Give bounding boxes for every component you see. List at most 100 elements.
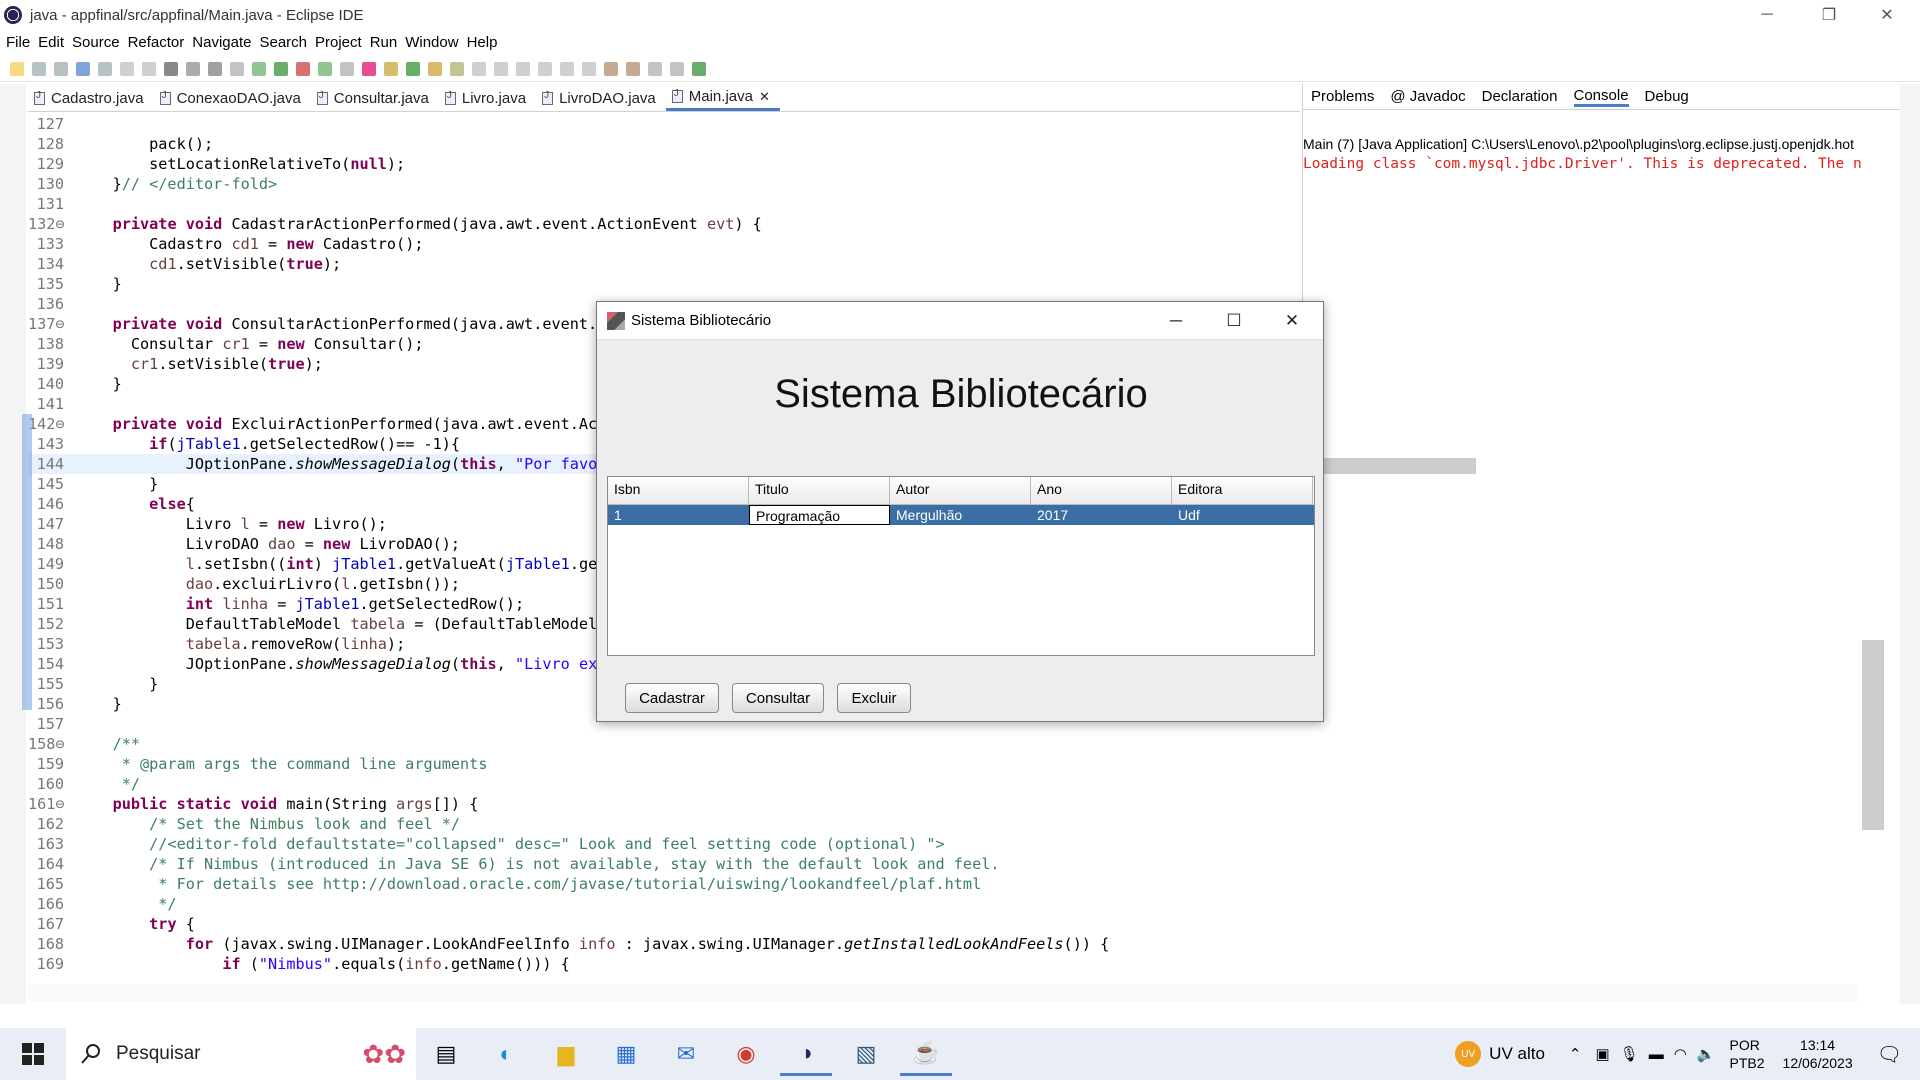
tab-problems[interactable]: Problems [1311, 88, 1374, 105]
toolbar-icon[interactable] [340, 61, 354, 76]
toolbar-icon[interactable] [516, 61, 530, 76]
toolbar-icon[interactable] [582, 61, 596, 76]
menu-file[interactable]: File [6, 34, 30, 51]
toolbar-icon[interactable] [10, 61, 24, 76]
tab-declaration[interactable]: Declaration [1482, 88, 1558, 105]
tab-consultar[interactable]: Consultar.java [311, 85, 439, 111]
task-view-icon[interactable]: ▤ [420, 1032, 472, 1076]
weather-text[interactable]: UV alto [1489, 1044, 1545, 1064]
code-line[interactable]: 130 }// </editor-fold> [28, 174, 1300, 194]
toolbar-icon[interactable] [428, 61, 442, 76]
close-tab-icon[interactable]: ✕ [759, 89, 770, 105]
code-line[interactable]: 159 * @param args the command line argum… [28, 754, 1300, 774]
code-line[interactable]: 132⊖ private void CadastrarActionPerform… [28, 214, 1300, 234]
toolbar-icon[interactable] [472, 61, 486, 76]
code-line[interactable]: 161⊖ public static void main(String args… [28, 794, 1300, 814]
toolbar-icon[interactable] [186, 61, 200, 76]
toolbar-icon[interactable] [318, 61, 332, 76]
tab-console[interactable]: Console [1573, 87, 1629, 107]
books-table[interactable]: Isbn Titulo Autor Ano Editora 1 Programa… [607, 476, 1315, 656]
toolbar-icon[interactable] [692, 61, 706, 76]
menu-help[interactable]: Help [467, 34, 498, 51]
code-line[interactable]: 134 cd1.setVisible(true); [28, 254, 1300, 274]
cell-isbn[interactable]: 1 [608, 505, 749, 525]
dialog-close-button[interactable]: ✕ [1263, 302, 1321, 340]
console-hscroll[interactable] [1321, 458, 1476, 474]
toolbar-icon[interactable] [120, 61, 134, 76]
close-window-button[interactable]: ✕ [1858, 0, 1916, 30]
language-indicator[interactable]: POR PTB2 [1730, 1036, 1765, 1072]
clock[interactable]: 13:14 12/06/2023 [1783, 1036, 1853, 1072]
toolbar-icon[interactable] [142, 61, 156, 76]
toolbar-icon[interactable] [296, 61, 310, 76]
toolbar-icon[interactable] [252, 61, 266, 76]
code-line[interactable]: 158⊖ /** [28, 734, 1300, 754]
toolbar-icon[interactable] [626, 61, 640, 76]
menu-window[interactable]: Window [405, 34, 458, 51]
toolbar-icon[interactable] [670, 61, 684, 76]
menu-search[interactable]: Search [259, 34, 307, 51]
toolbar-icon[interactable] [164, 61, 178, 76]
tab-debug[interactable]: Debug [1645, 88, 1689, 105]
volume-icon[interactable]: 🔈 [1697, 1045, 1716, 1063]
minimize-button[interactable]: ─ [1738, 0, 1796, 30]
table-row[interactable]: 1 Programação Mergulhão 2017 Udf [608, 505, 1314, 525]
mysql-workbench-icon[interactable]: ▧ [840, 1032, 892, 1076]
notifications-icon[interactable]: 🗨 [1877, 1042, 1902, 1067]
mail-icon[interactable]: ✉ [660, 1032, 712, 1076]
menu-run[interactable]: Run [370, 34, 398, 51]
code-line[interactable]: 167 try { [28, 914, 1300, 934]
code-line[interactable]: 163 //<editor-fold defaultstate="collaps… [28, 834, 1300, 854]
excluir-button[interactable]: Excluir [837, 683, 911, 713]
toolbar-icon[interactable] [648, 61, 662, 76]
code-line[interactable]: 164 /* If Nimbus (introduced in Java SE … [28, 854, 1300, 874]
toolbar-icon[interactable] [76, 61, 90, 76]
tab-javadoc[interactable]: @ Javadoc [1390, 88, 1465, 105]
store-icon[interactable]: ▦ [600, 1032, 652, 1076]
taskbar-search[interactable]: Pesquisar ✿✿ [66, 1028, 416, 1080]
code-line[interactable]: 160 */ [28, 774, 1300, 794]
microphone-icon[interactable]: 🎙 [1620, 1045, 1639, 1063]
toolbar-icon[interactable] [384, 61, 398, 76]
code-line[interactable]: 168 for (javax.swing.UIManager.LookAndFe… [28, 934, 1300, 954]
cell-autor[interactable]: Mergulhão [890, 505, 1031, 525]
code-line[interactable]: 128 pack(); [28, 134, 1300, 154]
tab-cadastro[interactable]: Cadastro.java [28, 85, 154, 111]
consultar-button[interactable]: Consultar [732, 683, 824, 713]
code-line[interactable]: 133 Cadastro cd1 = new Cadastro(); [28, 234, 1300, 254]
edge-icon[interactable]: ◐ [480, 1032, 532, 1076]
col-editora[interactable]: Editora [1172, 477, 1313, 505]
menu-refactor[interactable]: Refactor [128, 34, 185, 51]
java-taskbar-icon[interactable]: ☕ [900, 1032, 952, 1076]
code-line[interactable]: 162 /* Set the Nimbus look and feel */ [28, 814, 1300, 834]
toolbar-icon[interactable] [32, 61, 46, 76]
code-line[interactable]: 127 [28, 114, 1300, 134]
cell-editora[interactable]: Udf [1172, 505, 1313, 525]
toolbar-icon[interactable] [406, 61, 420, 76]
toolbar-icon[interactable] [362, 61, 376, 76]
tab-main[interactable]: Main.java ✕ [665, 85, 780, 111]
eclipse-taskbar-icon[interactable]: ◑ [780, 1032, 832, 1076]
toolbar-icon[interactable] [230, 61, 244, 76]
cadastrar-button[interactable]: Cadastrar [625, 683, 719, 713]
restore-button[interactable]: ❐ [1800, 0, 1858, 30]
editor-vscroll-thumb[interactable] [1862, 640, 1884, 830]
toolbar-icon[interactable] [450, 61, 464, 76]
tab-livro[interactable]: Livro.java [439, 85, 536, 111]
col-titulo[interactable]: Titulo [749, 477, 890, 505]
dialog-minimize-button[interactable]: ─ [1147, 302, 1205, 340]
tab-conexaodao[interactable]: ConexaoDAO.java [154, 85, 311, 111]
toolbar-icon[interactable] [494, 61, 508, 76]
toolbar-icon[interactable] [98, 61, 112, 76]
wifi-icon[interactable]: ◠ [1674, 1045, 1687, 1063]
chrome-icon[interactable]: ◉ [720, 1032, 772, 1076]
toolbar-icon[interactable] [274, 61, 288, 76]
toolbar-icon[interactable] [604, 61, 618, 76]
file-explorer-icon[interactable]: ▆ [540, 1032, 592, 1076]
toolbar-icon[interactable] [54, 61, 68, 76]
code-line[interactable]: 129 setLocationRelativeTo(null); [28, 154, 1300, 174]
code-line[interactable]: 166 */ [28, 894, 1300, 914]
code-line[interactable]: 165 * For details see http://download.or… [28, 874, 1300, 894]
code-line[interactable]: 169 if ("Nimbus".equals(info.getName()))… [28, 954, 1300, 974]
toolbar-icon[interactable] [560, 61, 574, 76]
